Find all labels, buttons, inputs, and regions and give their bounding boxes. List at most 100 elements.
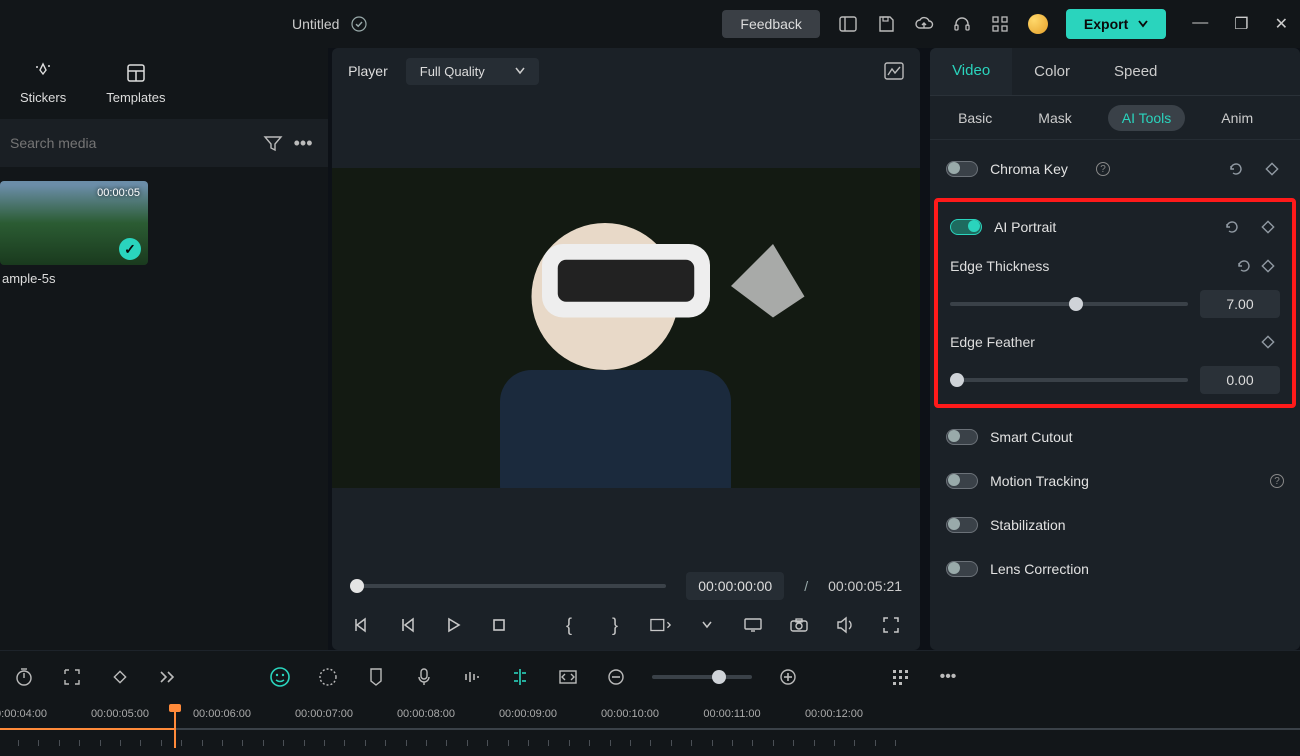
filter-icon[interactable] [258, 134, 288, 152]
more-menu-icon[interactable]: ••• [288, 133, 318, 154]
chevron-double-right-icon[interactable] [156, 665, 180, 689]
mic-icon[interactable] [412, 665, 436, 689]
window-close[interactable]: ✕ [1275, 14, 1288, 34]
label-chroma-key: Chroma Key [990, 161, 1080, 177]
prop-smart-cutout: Smart Cutout [946, 422, 1284, 452]
subtab-anim[interactable]: Anim [1211, 106, 1263, 130]
window-minimize[interactable]: — [1192, 14, 1208, 34]
zoom-in-icon[interactable] [776, 665, 800, 689]
timeline-toolbar: ••• [0, 650, 1300, 702]
image-stats-icon[interactable] [884, 62, 904, 80]
clip-duration: 00:00:05 [97, 187, 140, 199]
export-button[interactable]: Export [1066, 9, 1166, 39]
curly-open-icon[interactable]: { [558, 614, 580, 636]
media-clip[interactable]: 00:00:05 ✓ ample-5s [0, 181, 148, 292]
timeline-zoom-slider[interactable] [652, 675, 752, 679]
tab-video[interactable]: Video [930, 48, 1012, 95]
help-icon[interactable]: ? [1270, 474, 1284, 488]
timer-icon[interactable] [12, 665, 36, 689]
window-maximize[interactable]: ❐ [1234, 14, 1248, 34]
display-icon[interactable] [742, 614, 764, 636]
time-mark: 00:00:06:00 [193, 708, 251, 720]
subtab-ai-tools[interactable]: AI Tools [1108, 105, 1186, 131]
keyframe-icon[interactable] [1256, 330, 1280, 354]
help-icon[interactable]: ? [1096, 162, 1110, 176]
reset-icon[interactable] [1232, 254, 1256, 278]
volume-icon[interactable] [834, 614, 856, 636]
chevron-down-icon[interactable] [696, 614, 718, 636]
toggle-smart-cutout[interactable] [946, 429, 978, 445]
ai-portrait-highlight: AI Portrait Edge Thickness 7.00 Edge Fea… [934, 198, 1296, 408]
tab-speed[interactable]: Speed [1092, 48, 1179, 95]
prev-frame-icon[interactable] [350, 614, 372, 636]
toggle-stabilization[interactable] [946, 517, 978, 533]
face-active-icon[interactable] [268, 665, 292, 689]
quality-dropdown[interactable]: Full Quality [406, 58, 539, 85]
total-duration: 00:00:05:21 [828, 578, 902, 594]
playhead[interactable] [174, 706, 176, 748]
seek-handle[interactable] [350, 579, 364, 593]
time-mark: 00:00:07:00 [295, 708, 353, 720]
snapshot-icon[interactable] [788, 614, 810, 636]
tab-stickers[interactable]: Stickers [20, 62, 66, 105]
fullscreen-icon[interactable] [880, 614, 902, 636]
tab-templates[interactable]: Templates [106, 62, 165, 105]
time-mark: 00:00:04:00 [0, 708, 47, 720]
save-icon[interactable] [876, 14, 896, 34]
subtab-mask[interactable]: Mask [1028, 106, 1081, 130]
preview-panel: Player Full Quality 00:00:00:00 / 00:00:… [332, 48, 920, 650]
slider-handle[interactable] [1069, 297, 1083, 311]
timeline[interactable]: 00:00:04:00 00:00:05:00 00:00:06:00 00:0… [0, 702, 1300, 756]
zoom-handle[interactable] [712, 670, 726, 684]
layout-icon[interactable] [838, 14, 858, 34]
label-stabilization: Stabilization [990, 517, 1284, 533]
stop-icon[interactable] [488, 614, 510, 636]
crop-icon[interactable] [60, 665, 84, 689]
cloud-icon[interactable] [914, 14, 934, 34]
apps-grid-icon[interactable] [990, 14, 1010, 34]
step-back-icon[interactable] [396, 614, 418, 636]
keyframe-diamond-icon[interactable] [108, 665, 132, 689]
quality-value: Full Quality [420, 64, 485, 79]
slider-handle[interactable] [950, 373, 964, 387]
preview-frame [332, 168, 920, 488]
reset-icon[interactable] [1220, 215, 1244, 239]
label-motion-tracking: Motion Tracking [990, 473, 1254, 489]
seek-slider[interactable] [350, 584, 666, 588]
preview-canvas[interactable] [332, 94, 920, 562]
headset-icon[interactable] [952, 14, 972, 34]
zoom-out-icon[interactable] [604, 665, 628, 689]
toggle-ai-portrait[interactable] [950, 219, 982, 235]
curly-close-icon[interactable]: } [604, 614, 626, 636]
toggle-lens-correction[interactable] [946, 561, 978, 577]
time-mark: 00:00:10:00 [601, 708, 659, 720]
track-settings-icon[interactable] [888, 665, 912, 689]
reset-icon[interactable] [1224, 157, 1248, 181]
slider-edge-feather[interactable] [950, 378, 1188, 382]
toggle-motion-tracking[interactable] [946, 473, 978, 489]
subtab-basic[interactable]: Basic [948, 106, 1002, 130]
value-edge-thickness[interactable]: 7.00 [1200, 290, 1280, 318]
color-wheel-icon[interactable] [316, 665, 340, 689]
play-icon[interactable] [442, 614, 464, 636]
feedback-button[interactable]: Feedback [722, 10, 819, 38]
marker-shield-icon[interactable] [364, 665, 388, 689]
expand-icon[interactable] [556, 665, 580, 689]
titlebar: Untitled Feedback Export — ❐ ✕ [0, 0, 1300, 48]
search-input[interactable] [10, 135, 258, 151]
audio-mix-icon[interactable] [460, 665, 484, 689]
toggle-chroma-key[interactable] [946, 161, 978, 177]
keyframe-icon[interactable] [1256, 254, 1280, 278]
user-avatar[interactable] [1028, 14, 1048, 34]
tab-color[interactable]: Color [1012, 48, 1092, 95]
export-label: Export [1084, 16, 1128, 32]
slider-edge-thickness[interactable] [950, 302, 1188, 306]
keyframe-icon[interactable] [1260, 157, 1284, 181]
split-clip-icon[interactable] [508, 665, 532, 689]
media-grid: 00:00:05 ✓ ample-5s [0, 167, 328, 292]
chevron-down-icon [1138, 20, 1148, 28]
more-horiz-icon[interactable]: ••• [936, 665, 960, 689]
ratio-dropdown-icon[interactable] [650, 614, 672, 636]
keyframe-icon[interactable] [1256, 215, 1280, 239]
value-edge-feather[interactable]: 0.00 [1200, 366, 1280, 394]
